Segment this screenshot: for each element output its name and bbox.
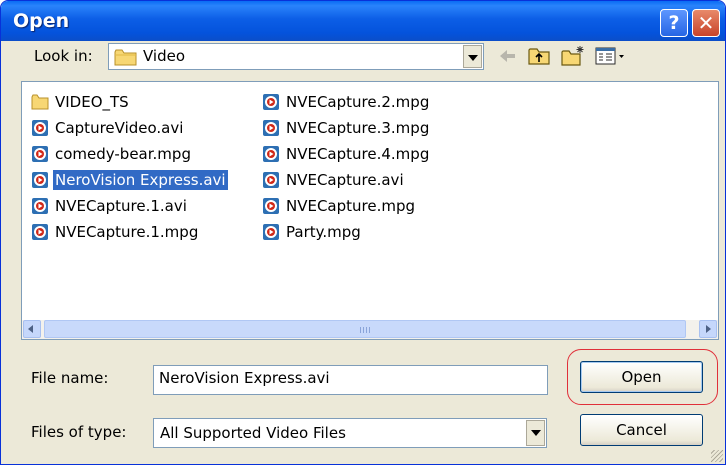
scroll-grip-icon	[360, 327, 372, 333]
file-list[interactable]: VIDEO_TS CaptureVideo.avi comedy-bear.mpg N…	[21, 81, 719, 340]
look-in-value: Video	[143, 47, 186, 65]
horizontal-scrollbar[interactable]	[22, 320, 718, 339]
video-file-icon	[263, 94, 279, 110]
file-name-field[interactable]	[153, 365, 548, 395]
file-item-label: VIDEO_TS	[55, 93, 129, 111]
video-file-icon	[32, 146, 48, 162]
file-name-input[interactable]	[154, 366, 547, 390]
chevron-down-icon[interactable]	[463, 45, 482, 68]
file-item-label: NVECapture.avi	[286, 171, 404, 189]
scroll-thumb[interactable]	[44, 320, 686, 338]
scroll-left-button[interactable]	[23, 320, 41, 338]
file-item-label: comedy-bear.mpg	[55, 145, 191, 163]
new-folder-icon[interactable]	[561, 45, 585, 67]
files-of-type-label: Files of type:	[31, 423, 127, 441]
file-item-label: CaptureVideo.avi	[55, 119, 184, 137]
video-file-icon	[263, 198, 279, 214]
close-button[interactable]: ✕	[692, 9, 720, 37]
video-file-icon	[263, 224, 279, 240]
video-file-icon	[263, 120, 279, 136]
video-file-icon	[32, 198, 48, 214]
resize-grip-icon[interactable]	[711, 450, 723, 462]
folder-icon	[114, 49, 137, 66]
file-item-label: NeroVision Express.avi	[53, 170, 228, 190]
file-item-label: NVECapture.4.mpg	[286, 145, 430, 163]
file-name-label: File name:	[31, 369, 109, 387]
look-in-label: Look in:	[34, 47, 93, 65]
scroll-right-button[interactable]	[699, 320, 717, 338]
view-menu-icon[interactable]	[595, 45, 627, 67]
open-dialog: Open ? ✕ Look in: Video VIDEO_TS Capture…	[0, 0, 726, 465]
video-file-icon	[32, 224, 48, 240]
files-of-type-value: All Supported Video Files	[160, 424, 346, 442]
look-in-dropdown[interactable]: Video	[108, 43, 484, 70]
chevron-down-icon[interactable]	[526, 420, 545, 446]
folder-icon	[31, 94, 49, 110]
file-item-label: NVECapture.mpg	[286, 197, 416, 215]
cancel-button[interactable]: Cancel	[580, 414, 703, 446]
video-file-icon	[32, 172, 48, 188]
dialog-title: Open	[13, 10, 70, 32]
file-item-label: Party.mpg	[286, 223, 361, 241]
file-item-label: NVECapture.1.mpg	[55, 223, 199, 241]
video-file-icon	[263, 146, 279, 162]
file-item-label: NVECapture.2.mpg	[286, 93, 430, 111]
video-file-icon	[32, 120, 48, 136]
open-button[interactable]: Open	[580, 361, 703, 393]
video-file-icon	[263, 172, 279, 188]
help-button[interactable]: ?	[660, 9, 688, 37]
title-bar[interactable]: Open ? ✕	[1, 1, 725, 41]
file-item-label: NVECapture.1.avi	[55, 197, 187, 215]
up-one-level-icon[interactable]	[528, 45, 552, 67]
files-of-type-dropdown[interactable]: All Supported Video Files	[153, 418, 547, 448]
back-arrow-icon[interactable]	[497, 45, 517, 67]
file-item-label: NVECapture.3.mpg	[286, 119, 430, 137]
